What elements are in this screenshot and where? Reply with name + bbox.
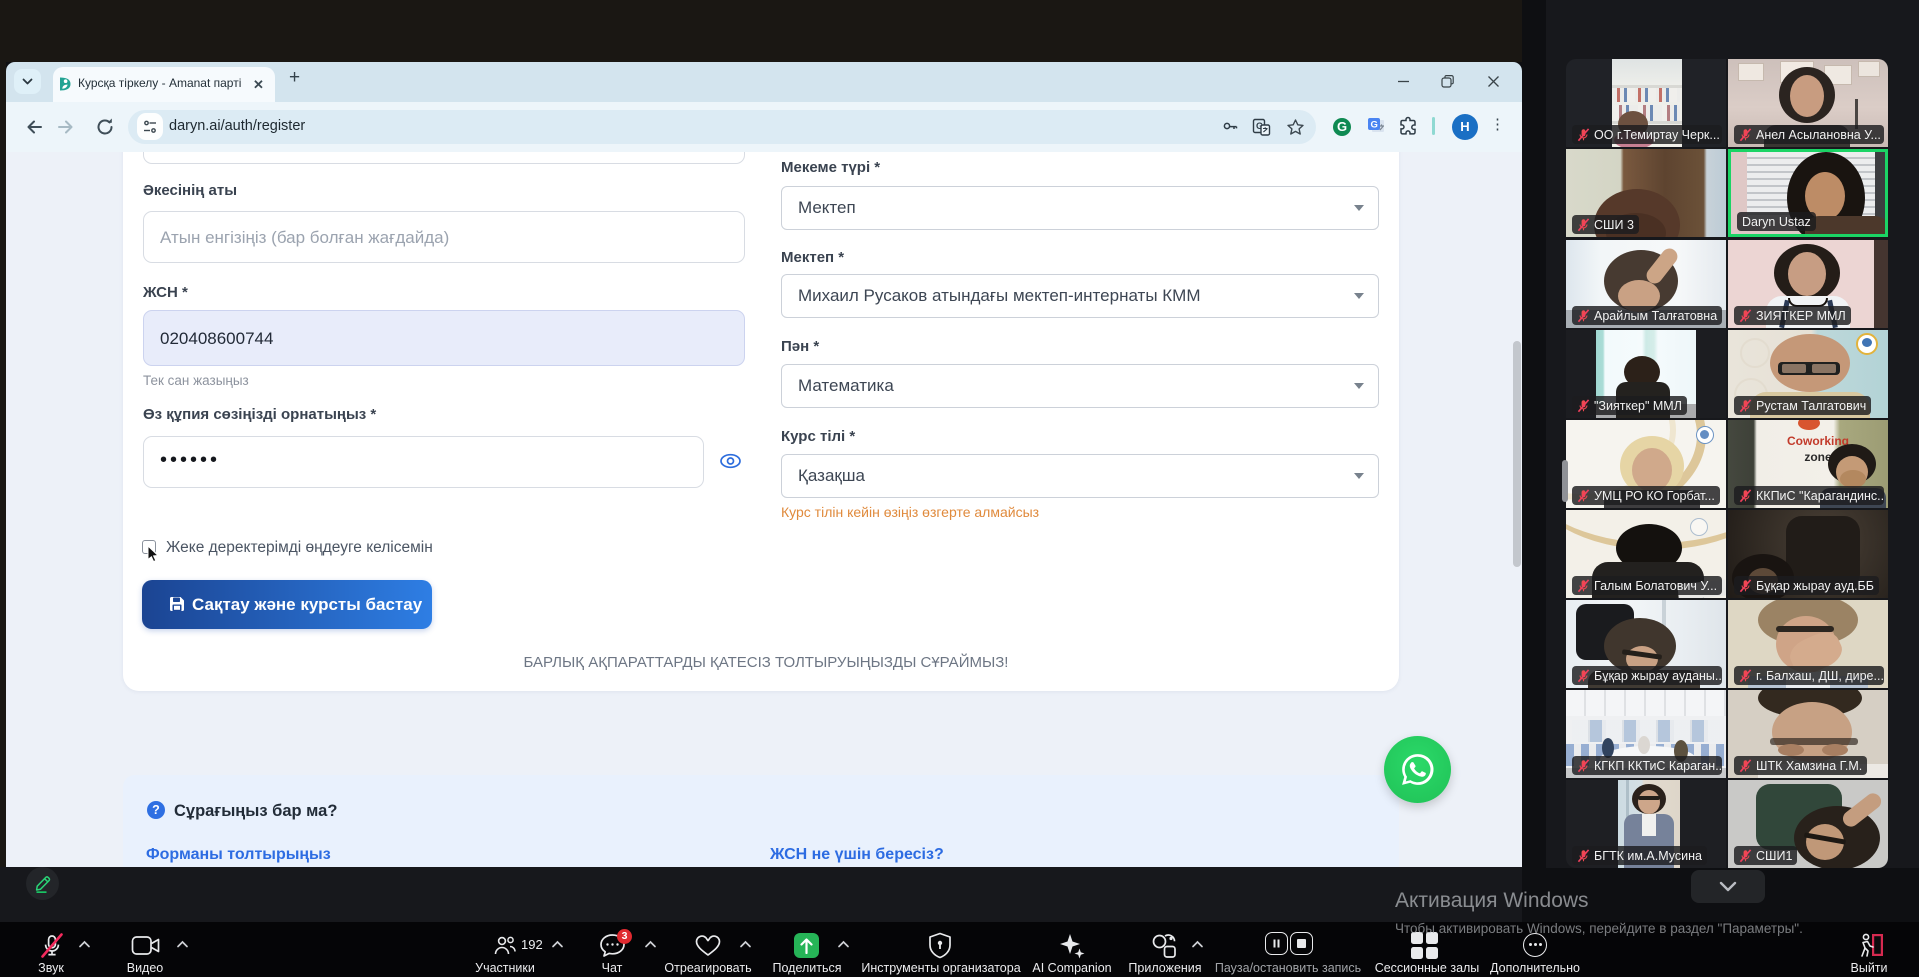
svg-text:G: G <box>1371 120 1378 131</box>
